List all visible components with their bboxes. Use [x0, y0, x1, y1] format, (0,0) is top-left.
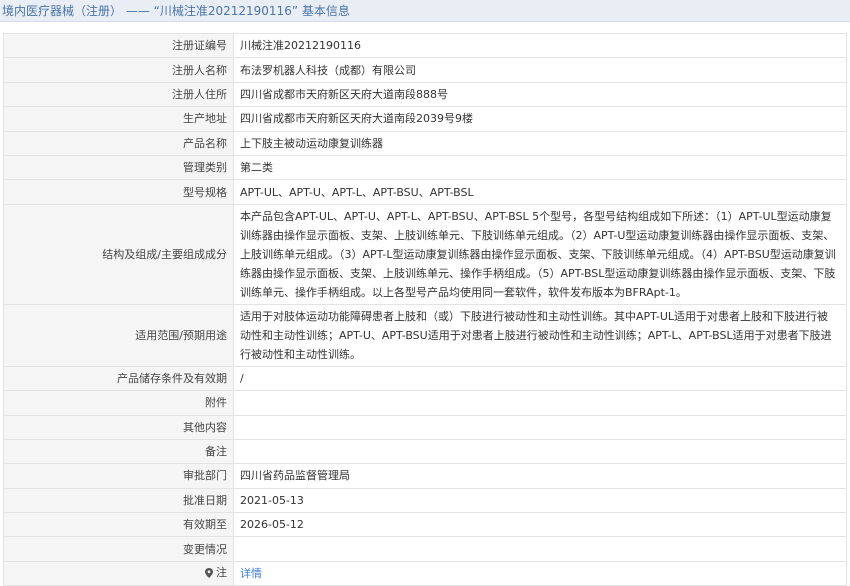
table-row: 管理类别 第二类 — [3, 154, 847, 181]
table-row: 注册人住所 四川省成都市天府新区天府大道南段888号 — [3, 81, 847, 108]
table-row: 变更情况 — [3, 536, 847, 562]
table-row: 附件 — [3, 390, 847, 416]
note-row: 注 详情 — [3, 560, 847, 586]
row-value: 四川省成都市天府新区天府大道南段888号 — [233, 81, 847, 108]
note-value: 详情 — [233, 560, 847, 586]
row-value — [233, 414, 847, 440]
table-row: 其他内容 — [3, 414, 847, 440]
row-label: 其他内容 — [3, 414, 234, 440]
location-pin-icon — [205, 567, 213, 578]
row-label: 产品储存条件及有效期 — [3, 365, 234, 392]
table-row: 适用范围/预期用途 适用于对肢体运动功能障碍患者上肢和（或）下肢进行被动性和主动… — [3, 303, 847, 367]
row-label: 批准日期 — [3, 487, 234, 514]
row-value: 2021-05-13 — [233, 487, 847, 514]
row-label: 有效期至 — [3, 512, 234, 538]
details-link[interactable]: 详情 — [240, 567, 262, 580]
table-row: 型号规格 APT-UL、APT-U、APT-L、APT-BSU、APT-BSL — [3, 179, 847, 205]
row-value: 本产品包含APT-UL、APT-U、APT-L、APT-BSU、APT-BSL … — [233, 203, 847, 305]
row-label: 审批部门 — [3, 463, 234, 489]
row-value: 2026-05-12 — [233, 512, 847, 538]
detail-table: 注册证编号 川械注准20212190116 注册人名称 布法罗机器人科技（成都）… — [3, 32, 847, 586]
page-title: 境内医疗器械（注册） —— “川械注准20212190116” 基本信息 — [2, 4, 350, 18]
table-row: 备注 — [3, 438, 847, 465]
table-row: 产品名称 上下肢主被动运动康复训练器 — [3, 130, 847, 156]
page-header: 境内医疗器械（注册） —— “川械注准20212190116” 基本信息 — [0, 0, 850, 22]
row-value: 上下肢主被动运动康复训练器 — [233, 130, 847, 156]
table-row: 有效期至 2026-05-12 — [3, 512, 847, 538]
table-row: 产品储存条件及有效期 / — [3, 365, 847, 392]
table-row: 注册人名称 布法罗机器人科技（成都）有限公司 — [3, 57, 847, 83]
note-label: 注 — [4, 563, 227, 582]
row-value: / — [233, 365, 847, 392]
note-label-text: 注 — [216, 566, 227, 580]
row-value: 川械注准20212190116 — [233, 32, 847, 59]
row-label: 结构及组成/主要组成成分 — [3, 203, 234, 305]
row-label: 注册人名称 — [3, 57, 234, 83]
row-label: 生产地址 — [3, 106, 234, 132]
table-row: 结构及组成/主要组成成分 本产品包含APT-UL、APT-U、APT-L、APT… — [3, 203, 847, 305]
row-label: 附件 — [3, 390, 234, 416]
table-row: 批准日期 2021-05-13 — [3, 487, 847, 514]
table-row: 审批部门 四川省药品监督管理局 — [3, 463, 847, 489]
row-label: 备注 — [3, 438, 234, 465]
row-label: 注册人住所 — [3, 81, 234, 108]
row-value: 四川省成都市天府新区天府大道南段2039号9楼 — [233, 106, 847, 132]
row-label: 变更情况 — [3, 536, 234, 562]
table-row: 注册证编号 川械注准20212190116 — [3, 32, 847, 59]
row-value: 第二类 — [233, 154, 847, 181]
row-value — [233, 536, 847, 562]
row-label: 适用范围/预期用途 — [3, 303, 234, 367]
row-label: 产品名称 — [3, 130, 234, 156]
row-value: 四川省药品监督管理局 — [233, 463, 847, 489]
table-row: 生产地址 四川省成都市天府新区天府大道南段2039号9楼 — [3, 106, 847, 132]
row-label: 管理类别 — [3, 154, 234, 181]
row-value: APT-UL、APT-U、APT-L、APT-BSU、APT-BSL — [233, 179, 847, 205]
row-value — [233, 438, 847, 465]
row-value: 布法罗机器人科技（成都）有限公司 — [233, 57, 847, 83]
row-label: 型号规格 — [3, 179, 234, 205]
row-label: 注册证编号 — [3, 32, 234, 59]
row-value: 适用于对肢体运动功能障碍患者上肢和（或）下肢进行被动性和主动性训练。其中APT-… — [233, 303, 847, 367]
row-value — [233, 390, 847, 416]
note-label-cell: 注 — [3, 560, 234, 586]
